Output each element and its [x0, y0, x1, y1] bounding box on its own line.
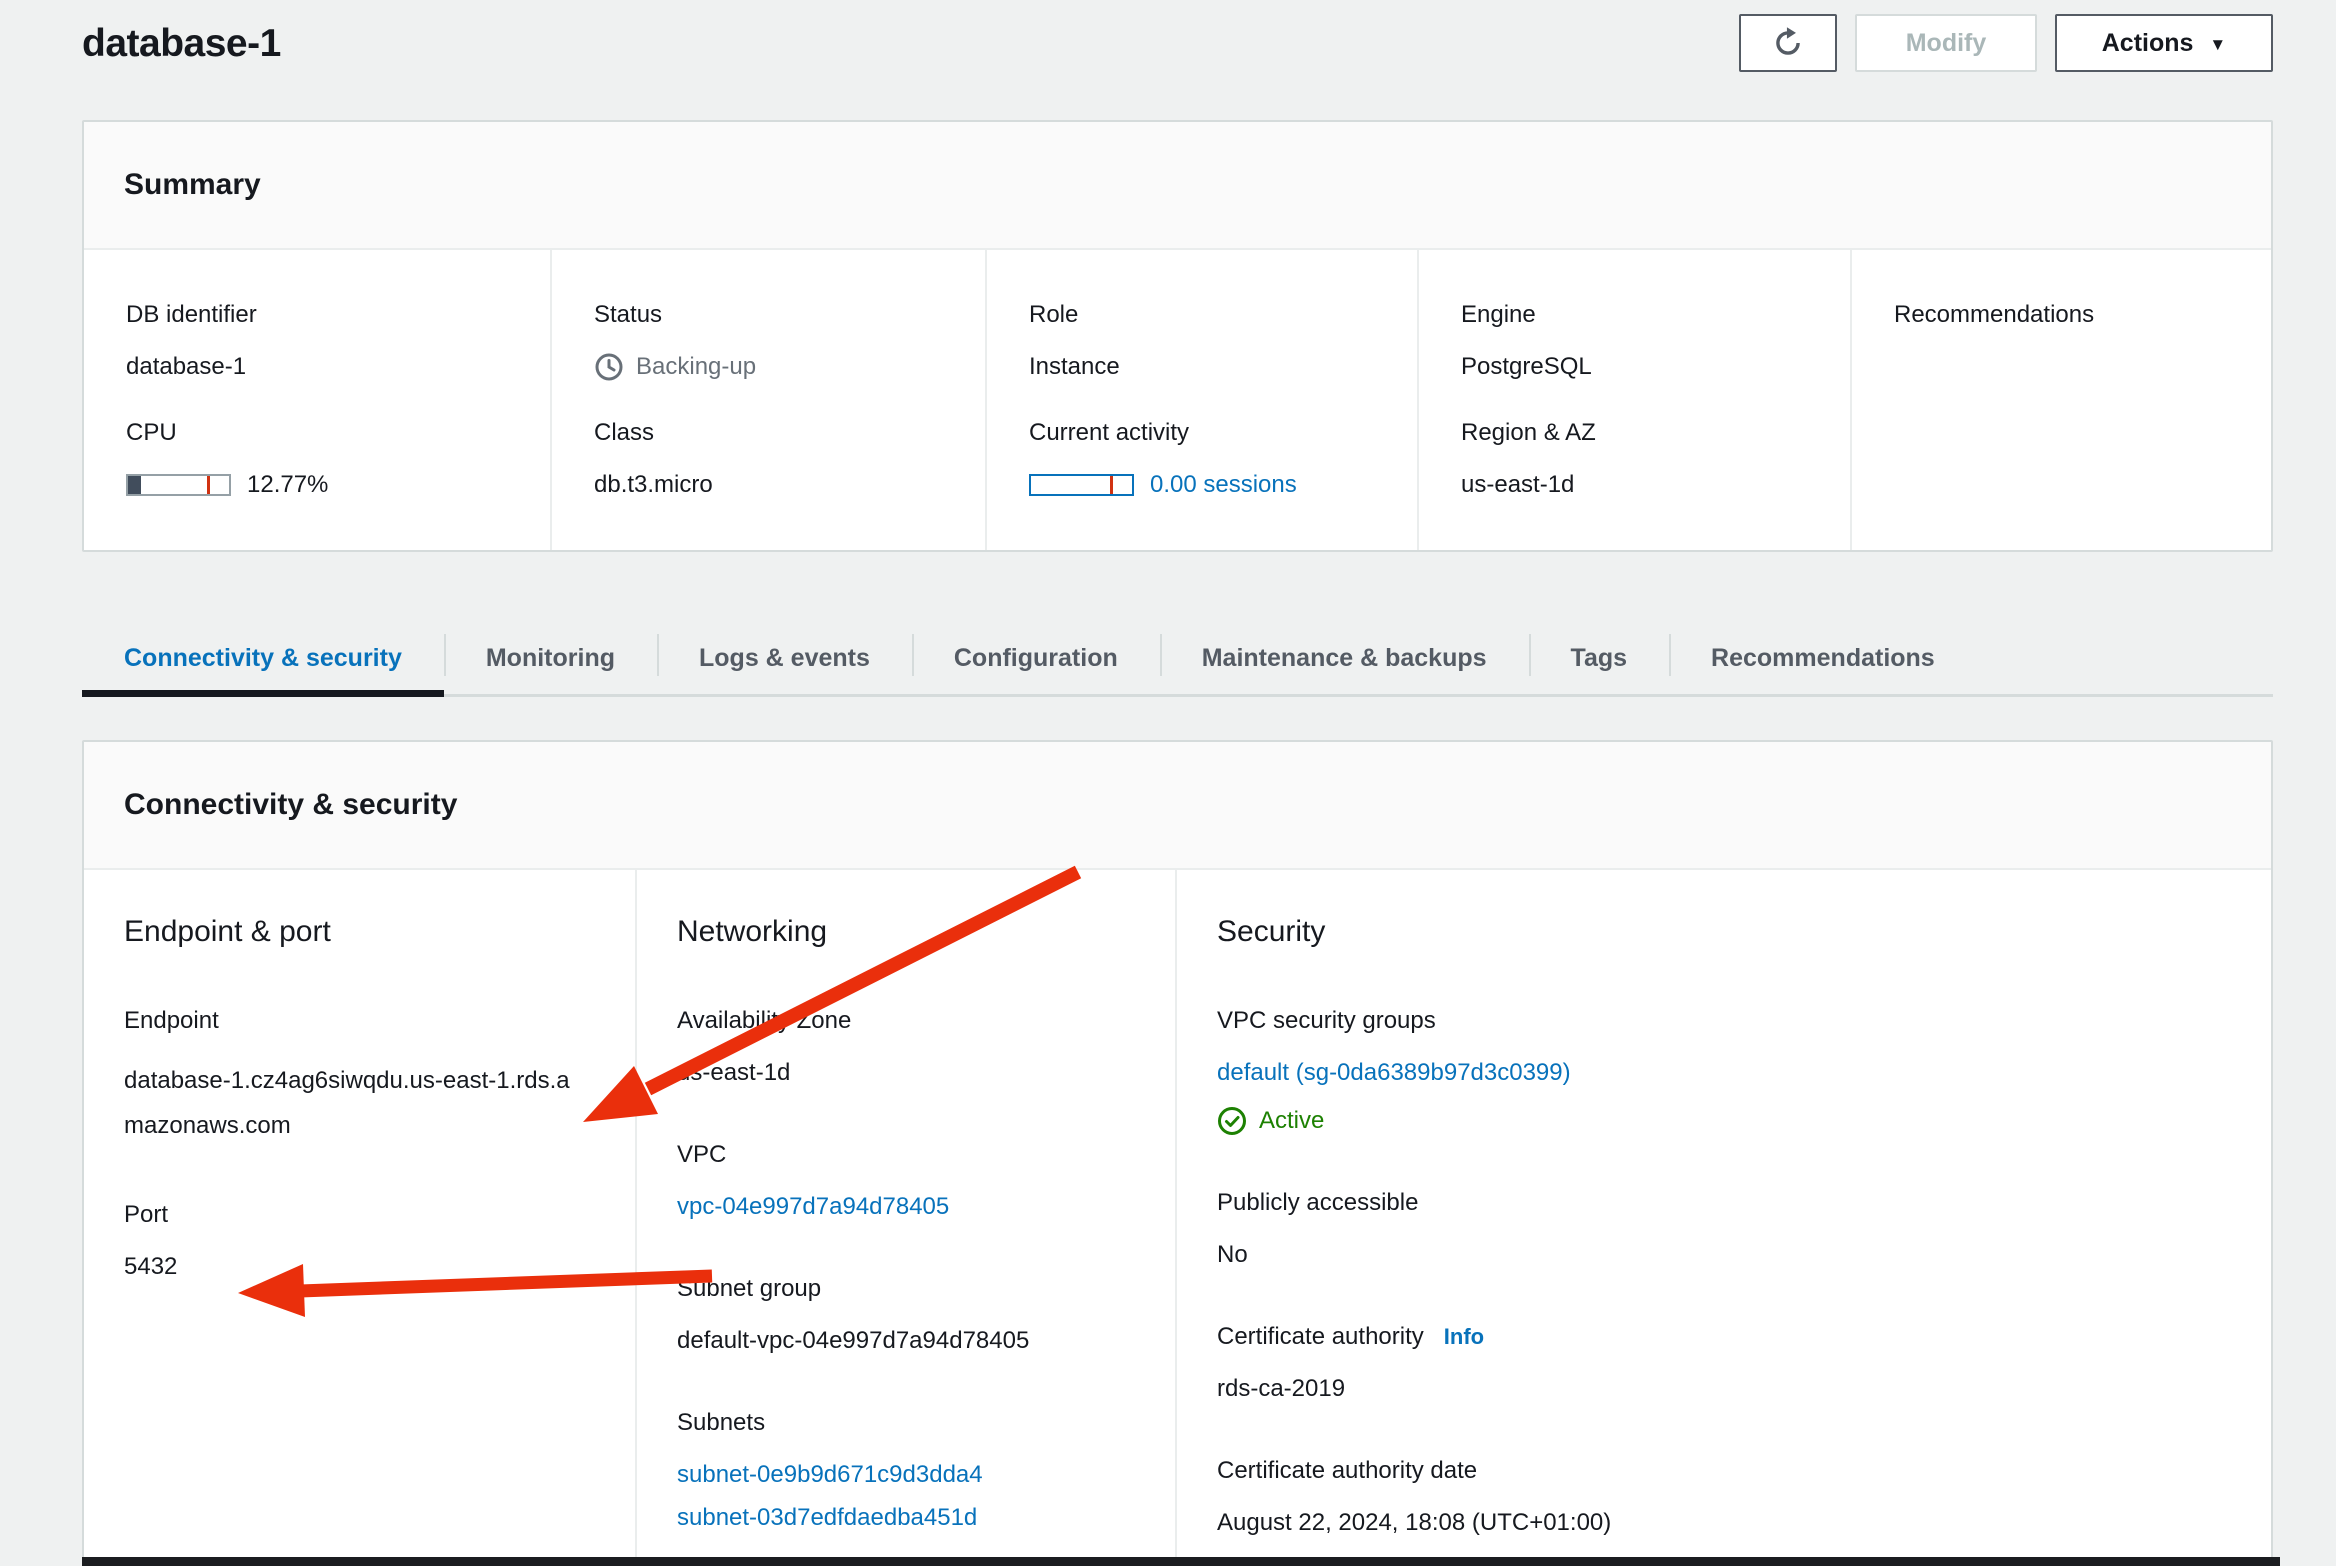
security-heading: Security	[1217, 914, 2235, 950]
engine-value: PostgreSQL	[1461, 352, 1814, 382]
sessions-progress-bar	[1029, 474, 1134, 496]
actions-button[interactable]: Actions ▼	[2055, 14, 2273, 72]
sessions-threshold-tick	[1110, 476, 1113, 494]
endpoint-value: database-1.cz4ag6siwqdu.us-east-1.rds.am…	[124, 1058, 572, 1148]
port-label: Port	[124, 1200, 599, 1230]
subnet-link-1[interactable]: subnet-0e9b9d671c9d3dda4	[677, 1461, 983, 1488]
security-group-link[interactable]: default (sg-0da6389b97d3c0399)	[1217, 1059, 1571, 1086]
summary-col-identifier: DB identifier database-1 CPU 12.77%	[84, 250, 550, 550]
subnet-link-2[interactable]: subnet-03d7edfdaedba451d	[677, 1504, 977, 1531]
clock-icon	[594, 352, 624, 382]
summary-col-recommendations: Recommendations	[1850, 250, 2271, 550]
page-title: database-1	[82, 14, 281, 66]
class-value: db.t3.micro	[594, 470, 949, 500]
check-circle-icon	[1217, 1106, 1247, 1136]
vpc-security-groups-label: VPC security groups	[1217, 1006, 2235, 1036]
status-label: Status	[594, 300, 949, 330]
modify-button[interactable]: Modify	[1855, 14, 2037, 72]
endpoint-port-heading: Endpoint & port	[124, 914, 599, 950]
cpu-progress-fill	[128, 476, 141, 494]
publicly-accessible-label: Publicly accessible	[1217, 1188, 2235, 1218]
sg-status-row: Active	[1217, 1106, 2235, 1136]
actions-button-label: Actions	[2102, 29, 2194, 58]
region-az-label: Region & AZ	[1461, 418, 1814, 448]
engine-label: Engine	[1461, 300, 1814, 330]
bottom-screenshot-edge	[82, 1557, 2280, 1566]
cpu-progress-bar	[126, 474, 231, 496]
rds-instance-page: database-1 Modify Actions ▼ Summary	[0, 0, 2336, 1566]
certificate-authority-info-link[interactable]: Info	[1444, 1322, 1484, 1352]
connectivity-security-panel: Connectivity & security Endpoint & port …	[82, 740, 2273, 1566]
security-section: Security VPC security groups default (sg…	[1175, 870, 2271, 1566]
refresh-icon	[1771, 26, 1805, 60]
certificate-authority-row: Certificate authority Info	[1217, 1322, 2235, 1352]
connectivity-grid: Endpoint & port Endpoint database-1.cz4a…	[84, 870, 2271, 1566]
tab-tags[interactable]: Tags	[1529, 622, 1670, 694]
endpoint-port-section: Endpoint & port Endpoint database-1.cz4a…	[84, 870, 635, 1566]
role-value: Instance	[1029, 352, 1381, 382]
tab-maintenance-backups[interactable]: Maintenance & backups	[1160, 622, 1529, 694]
certificate-authority-date-value: August 22, 2024, 18:08 (UTC+01:00)	[1217, 1508, 2235, 1538]
networking-section: Networking Availability Zone us-east-1d …	[635, 870, 1175, 1566]
summary-col-engine: Engine PostgreSQL Region & AZ us-east-1d	[1417, 250, 1850, 550]
current-activity-label: Current activity	[1029, 418, 1381, 448]
class-label: Class	[594, 418, 949, 448]
detail-tabs: Connectivity & security Monitoring Logs …	[82, 622, 2273, 697]
subnet-group-label: Subnet group	[677, 1274, 1139, 1304]
sessions-value: 0.00 sessions	[1150, 470, 1297, 500]
cpu-threshold-tick	[207, 476, 210, 494]
cpu-label: CPU	[126, 418, 514, 448]
networking-heading: Networking	[677, 914, 1139, 950]
cpu-percent-value: 12.77%	[247, 470, 328, 500]
availability-zone-label: Availability Zone	[677, 1006, 1139, 1036]
caret-down-icon: ▼	[2209, 35, 2226, 55]
subnet-group-value: default-vpc-04e997d7a94d78405	[677, 1326, 1139, 1356]
certificate-authority-label: Certificate authority	[1217, 1322, 1424, 1352]
tab-monitoring[interactable]: Monitoring	[444, 622, 657, 694]
cpu-meter-row: 12.77%	[126, 470, 514, 500]
toolbar: Modify Actions ▼	[1739, 14, 2273, 72]
publicly-accessible-value: No	[1217, 1240, 2235, 1270]
vpc-link[interactable]: vpc-04e997d7a94d78405	[677, 1193, 949, 1220]
summary-col-status: Status Backing-up Class db.t3.micro	[550, 250, 985, 550]
certificate-authority-date-label: Certificate authority date	[1217, 1456, 2235, 1486]
certificate-authority-value: rds-ca-2019	[1217, 1374, 2235, 1404]
summary-panel-header: Summary	[84, 122, 2271, 250]
endpoint-label: Endpoint	[124, 1006, 599, 1036]
summary-col-role: Role Instance Current activity 0.00 sess…	[985, 250, 1417, 550]
vpc-label: VPC	[677, 1140, 1139, 1170]
page-header: database-1 Modify Actions ▼	[82, 14, 2273, 72]
tab-logs-events[interactable]: Logs & events	[657, 622, 912, 694]
availability-zone-value: us-east-1d	[677, 1058, 1139, 1088]
connectivity-heading: Connectivity & security	[124, 788, 2231, 822]
connectivity-panel-header: Connectivity & security	[84, 742, 2271, 870]
db-identifier-label: DB identifier	[126, 300, 514, 330]
tab-connectivity-security[interactable]: Connectivity & security	[82, 622, 444, 694]
refresh-button[interactable]	[1739, 14, 1837, 72]
subnets-label: Subnets	[677, 1408, 1139, 1438]
status-value: Backing-up	[636, 352, 756, 382]
summary-panel: Summary DB identifier database-1 CPU 12.…	[82, 120, 2273, 552]
subnet-links: subnet-0e9b9d671c9d3dda4 subnet-03d7edfd…	[677, 1460, 1139, 1533]
activity-meter-row: 0.00 sessions	[1029, 470, 1381, 500]
tab-configuration[interactable]: Configuration	[912, 622, 1160, 694]
summary-grid: DB identifier database-1 CPU 12.77% Stat…	[84, 250, 2271, 550]
summary-heading: Summary	[124, 168, 2231, 202]
status-value-row: Backing-up	[594, 352, 949, 382]
port-value: 5432	[124, 1252, 599, 1282]
recommendations-label: Recommendations	[1894, 300, 2235, 330]
db-identifier-value: database-1	[126, 352, 514, 382]
tab-recommendations[interactable]: Recommendations	[1669, 622, 1977, 694]
region-az-value: us-east-1d	[1461, 470, 1814, 500]
role-label: Role	[1029, 300, 1381, 330]
sg-status-value: Active	[1259, 1107, 1324, 1135]
